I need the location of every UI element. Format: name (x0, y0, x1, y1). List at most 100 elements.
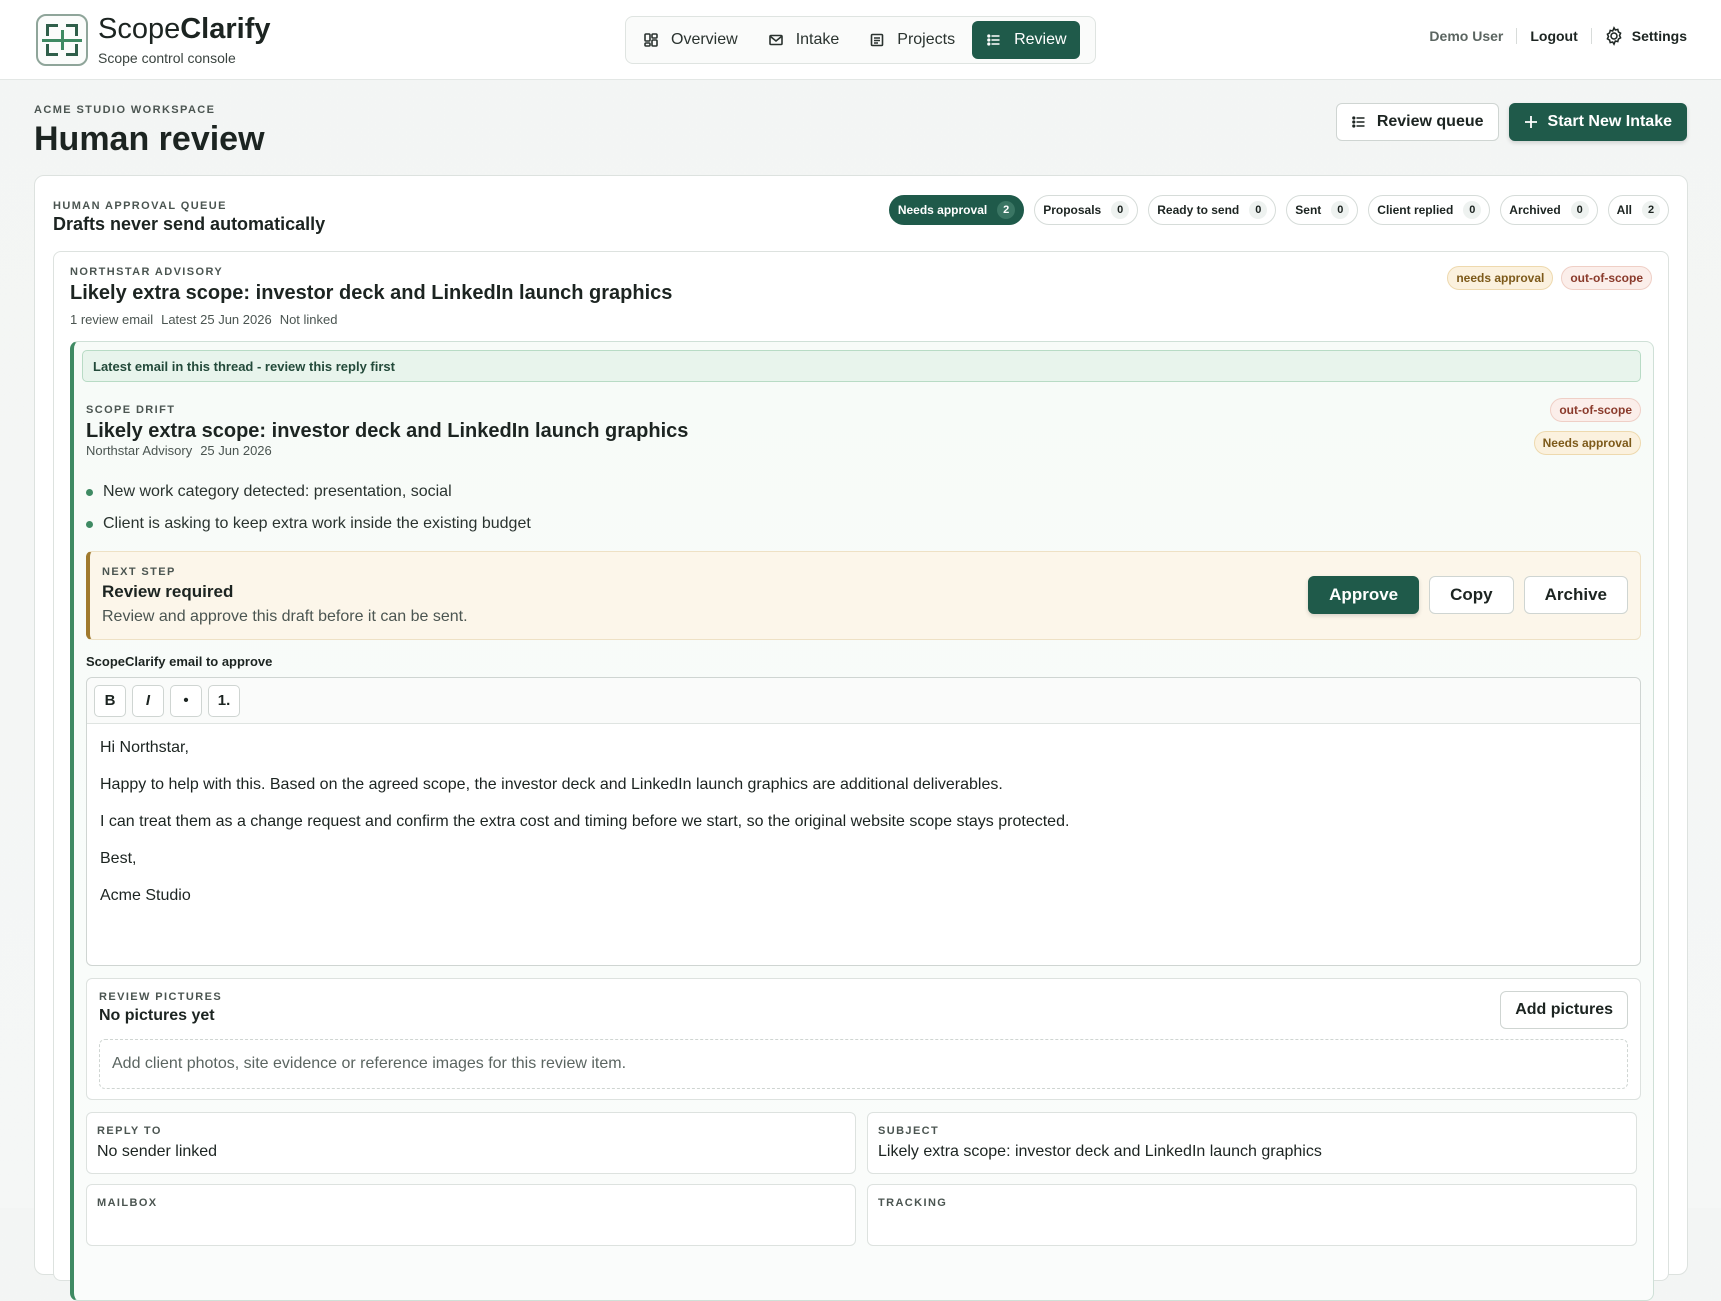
scope-badge: out-of-scope (1561, 266, 1652, 290)
bullet-dot-icon (86, 488, 93, 496)
nav-intake-label: Intake (795, 31, 840, 48)
settings-link[interactable]: Settings (1592, 26, 1687, 46)
thread-client: NORTHSTAR ADVISORY (70, 266, 224, 278)
filter-proposals[interactable]: Proposals 0 (1034, 195, 1139, 225)
thread-badges: needs approval out-of-scope (1447, 266, 1652, 290)
reply-to-field[interactable]: REPLY TO No sender linked (86, 1112, 856, 1174)
email-body-line: Best, (100, 850, 137, 867)
workspace-label: ACME STUDIO WORKSPACE (34, 104, 216, 116)
add-pictures-button[interactable]: Add pictures (1500, 991, 1628, 1029)
plus-icon (1524, 116, 1537, 128)
pictures-title: No pictures yet (99, 1007, 215, 1024)
filter-needs-approval[interactable]: Needs approval 2 (888, 195, 1025, 225)
list-icon (1352, 116, 1365, 128)
filter-label: All (1616, 203, 1632, 217)
scopeclarify-logo-icon (36, 14, 88, 66)
thread-latest-date: Latest 25 Jun 2026 (161, 312, 272, 327)
email-from: Northstar Advisory (86, 443, 193, 458)
archive-button[interactable]: Archive (1523, 576, 1628, 614)
field-label: MAILBOX (97, 1197, 158, 1209)
brand-subtitle: Scope control console (98, 50, 236, 66)
list-icon (987, 34, 1000, 46)
pictures-eyebrow: REVIEW PICTURES (99, 991, 223, 1003)
field-value: Likely extra scope: investor deck and Li… (878, 1143, 1322, 1160)
next-step-eyebrow: NEXT STEP (102, 566, 176, 578)
filter-label: Needs approval (897, 203, 988, 217)
review-queue-button[interactable]: Review queue (1335, 103, 1499, 141)
email-body-line: Happy to help with this. Based on the ag… (100, 776, 1003, 793)
queue-filters: Needs approval 2 Proposals 0 Ready to send… (888, 195, 1669, 225)
copy-button[interactable]: Copy (1429, 576, 1514, 614)
start-new-intake-label: Start New Intake (1547, 113, 1672, 130)
top-bar: ScopeClarify Scope control console Overv… (0, 0, 1721, 80)
thread-title[interactable]: Likely extra scope: investor deck and Li… (70, 282, 672, 305)
thread-email-count: 1 review email (70, 312, 154, 327)
filter-sent[interactable]: Sent 0 (1286, 195, 1359, 225)
filter-label: Proposals (1043, 203, 1102, 217)
scope-badge: out-of-scope (1550, 398, 1641, 422)
document-icon (870, 33, 884, 47)
italic-button[interactable]: I (132, 684, 164, 717)
start-new-intake-button[interactable]: Start New Intake (1508, 103, 1687, 141)
approve-button[interactable]: Approve (1308, 576, 1420, 614)
thread-meta: 1 review email Latest 25 Jun 2026 Not li… (70, 312, 338, 327)
nav-projects[interactable]: Projects (856, 21, 968, 59)
next-step-actions: Approve Copy Archive (1308, 576, 1628, 614)
subject-field[interactable]: SUBJECT Likely extra scope: investor dec… (867, 1112, 1637, 1174)
nav-projects-label: Projects (897, 31, 956, 48)
mailbox-field[interactable]: MAILBOX (86, 1184, 856, 1246)
review-pictures: REVIEW PICTURES No pictures yet Add pict… (86, 978, 1641, 1100)
review-thread-card: NORTHSTAR ADVISORY Likely extra scope: i… (53, 251, 1669, 1301)
queue-header: HUMAN APPROVAL QUEUE Drafts never send a… (53, 200, 325, 235)
latest-email-notice: Latest email in this thread - review thi… (82, 350, 1641, 382)
filter-all[interactable]: All 2 (1607, 195, 1669, 225)
page-header: ACME STUDIO WORKSPACE Human review (34, 104, 265, 159)
filter-label: Archived (1509, 203, 1561, 217)
pictures-dropzone[interactable]: Add client photos, site evidence or refe… (99, 1039, 1628, 1089)
email-body-textarea[interactable]: Hi Northstar, Happy to help with this. B… (87, 724, 1640, 937)
email-body-line: I can treat them as a change request and… (100, 813, 1070, 830)
page-title: Human review (34, 120, 265, 158)
filter-label: Ready to send (1157, 203, 1240, 217)
bullet-list-button[interactable]: • (170, 684, 202, 717)
field-label: REPLY TO (97, 1125, 162, 1137)
drift-reasons: New work category detected: presentation… (86, 476, 531, 540)
bold-button[interactable]: B (94, 684, 126, 717)
list-item: New work category detected: presentation… (86, 476, 531, 508)
email-review-card: Latest email in this thread - review thi… (70, 341, 1654, 1301)
list-item: Client is asking to keep extra work insi… (86, 508, 531, 540)
nav-intake[interactable]: Intake (755, 21, 853, 59)
email-badges: out-of-scope Needs approval (1533, 398, 1641, 455)
current-user: Demo User (1429, 28, 1518, 44)
drift-eyebrow: SCOPE DRIFT (86, 404, 176, 416)
dashboard-icon (644, 33, 658, 47)
tracking-field[interactable]: TRACKING (867, 1184, 1637, 1246)
queue-eyebrow: HUMAN APPROVAL QUEUE (53, 200, 227, 212)
status-badge: Needs approval (1533, 431, 1641, 455)
numbered-list-button[interactable]: 1. (208, 684, 240, 717)
editor-toolbar: B I • 1. (87, 678, 1640, 724)
filter-count: 0 (1463, 201, 1482, 219)
email-title: Likely extra scope: investor deck and Li… (86, 420, 689, 442)
brand[interactable]: ScopeClarify Scope control console (36, 14, 271, 66)
mail-icon (768, 34, 783, 46)
filter-ready-to-send[interactable]: Ready to send 0 (1148, 195, 1277, 225)
reason-text: New work category detected: presentation… (103, 483, 452, 500)
email-body-line: Hi Northstar, (100, 739, 189, 756)
bullet-dot-icon (86, 520, 93, 528)
filter-count: 0 (1111, 201, 1130, 219)
logout-link[interactable]: Logout (1517, 28, 1592, 44)
main-nav: Overview Intake Projects Review (625, 16, 1096, 64)
brand-name: ScopeClarify (98, 13, 271, 45)
filter-client-replied[interactable]: Client replied 0 (1368, 195, 1491, 225)
next-step-title: Review required (102, 582, 234, 601)
user-area: Demo User Logout Settings (1429, 26, 1687, 46)
nav-overview[interactable]: Overview (630, 21, 751, 59)
filter-archived[interactable]: Archived 0 (1500, 195, 1598, 225)
email-editor: B I • 1. Hi Northstar, Happy to help wit… (86, 677, 1641, 966)
nav-overview-label: Overview (671, 31, 738, 48)
nav-review[interactable]: Review (972, 21, 1080, 59)
field-label: TRACKING (878, 1197, 948, 1209)
nav-review-label: Review (1014, 31, 1067, 48)
field-label: SUBJECT (878, 1125, 940, 1137)
